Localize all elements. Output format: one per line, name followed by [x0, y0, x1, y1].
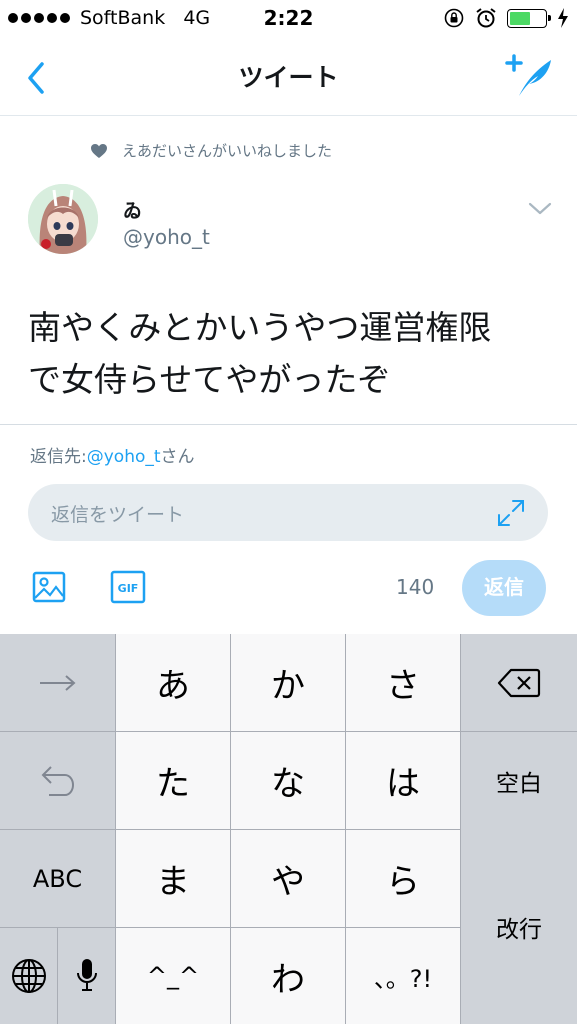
keyboard: ABC あ か さ た な は ま や ら ^_^ わ 、。?! 空白 改行	[0, 634, 577, 1024]
nav-bar: ツイート	[0, 38, 577, 116]
image-icon[interactable]	[32, 570, 66, 604]
undo-icon	[41, 765, 74, 796]
avatar[interactable]	[28, 184, 98, 254]
reply-to-suffix: さん	[160, 447, 195, 467]
reply-placeholder: 返信をツイート	[51, 504, 185, 526]
keyboard-next-key[interactable]	[0, 634, 115, 731]
chevron-down-icon[interactable]	[527, 198, 553, 218]
microphone-icon	[76, 959, 97, 991]
keyboard-delete-key[interactable]	[461, 634, 577, 731]
tweet-text: 南やくみとかいうやつ運営権限 で女侍らせてやがったぞ	[28, 302, 558, 406]
divider	[0, 424, 577, 425]
delete-icon	[497, 668, 541, 697]
gif-icon[interactable]: GIF	[110, 570, 146, 604]
rotation-lock-icon	[444, 8, 464, 28]
keyboard-key-ya[interactable]: や	[231, 830, 345, 927]
keyboard-abc-key[interactable]: ABC	[0, 830, 115, 927]
keyboard-key-ta[interactable]: た	[116, 732, 230, 829]
globe-icon	[11, 959, 46, 993]
tweet-text-line: で女侍らせてやがったぞ	[28, 360, 391, 399]
character-count: 140	[396, 575, 435, 599]
keyboard-separator	[0, 731, 577, 732]
keyboard-key-emoticon[interactable]: ^_^	[116, 928, 230, 1024]
keyboard-space-key[interactable]: 空白	[461, 732, 577, 829]
page-title: ツイート	[238, 63, 339, 92]
reply-input[interactable]: 返信をツイート	[28, 484, 548, 541]
reply-to-label: 返信先:@yoho_tさん	[30, 442, 195, 467]
keyboard-globe-key[interactable]	[0, 928, 57, 1024]
keyboard-return-key[interactable]: 改行	[461, 830, 577, 1024]
svg-text:GIF: GIF	[118, 582, 139, 595]
keyboard-undo-key[interactable]	[0, 732, 115, 829]
social-context-text: えあだいさんがいいねしました	[122, 142, 333, 160]
expand-icon[interactable]	[496, 498, 526, 528]
reply-to-user[interactable]: @yoho_t	[87, 447, 161, 467]
keyboard-key-wa[interactable]: わ	[231, 928, 345, 1024]
reply-to-prefix: 返信先:	[30, 447, 87, 467]
keyboard-key-ra[interactable]: ら	[346, 830, 460, 927]
keyboard-separator	[57, 928, 58, 1024]
status-bar: SoftBank 4G 2:22	[0, 0, 577, 38]
reply-button[interactable]: 返信	[462, 560, 546, 616]
keyboard-key-a[interactable]: あ	[116, 634, 230, 731]
social-context: えあだいさんがいいねしました	[90, 140, 332, 161]
heart-icon	[91, 143, 107, 158]
avatar-image	[28, 184, 98, 254]
display-name[interactable]: ゐ	[123, 196, 142, 223]
keyboard-key-ka[interactable]: か	[231, 634, 345, 731]
keyboard-separator	[0, 927, 461, 928]
keyboard-dictation-key[interactable]	[58, 928, 115, 1024]
battery-icon	[507, 8, 551, 28]
keyboard-key-ma[interactable]: ま	[116, 830, 230, 927]
arrow-right-icon	[39, 674, 76, 691]
keyboard-key-punctuation[interactable]: 、。?!	[346, 928, 460, 1024]
user-handle[interactable]: @yoho_t	[123, 225, 210, 249]
keyboard-separator	[0, 829, 461, 830]
keyboard-key-ha[interactable]: は	[346, 732, 460, 829]
keyboard-key-sa[interactable]: さ	[346, 634, 460, 731]
charging-bolt-icon	[558, 8, 568, 28]
keyboard-key-na[interactable]: な	[231, 732, 345, 829]
compose-feather-icon[interactable]	[505, 54, 555, 100]
tweet-text-line: 南やくみとかいうやつ運営権限	[28, 308, 492, 347]
alarm-icon	[476, 8, 496, 28]
